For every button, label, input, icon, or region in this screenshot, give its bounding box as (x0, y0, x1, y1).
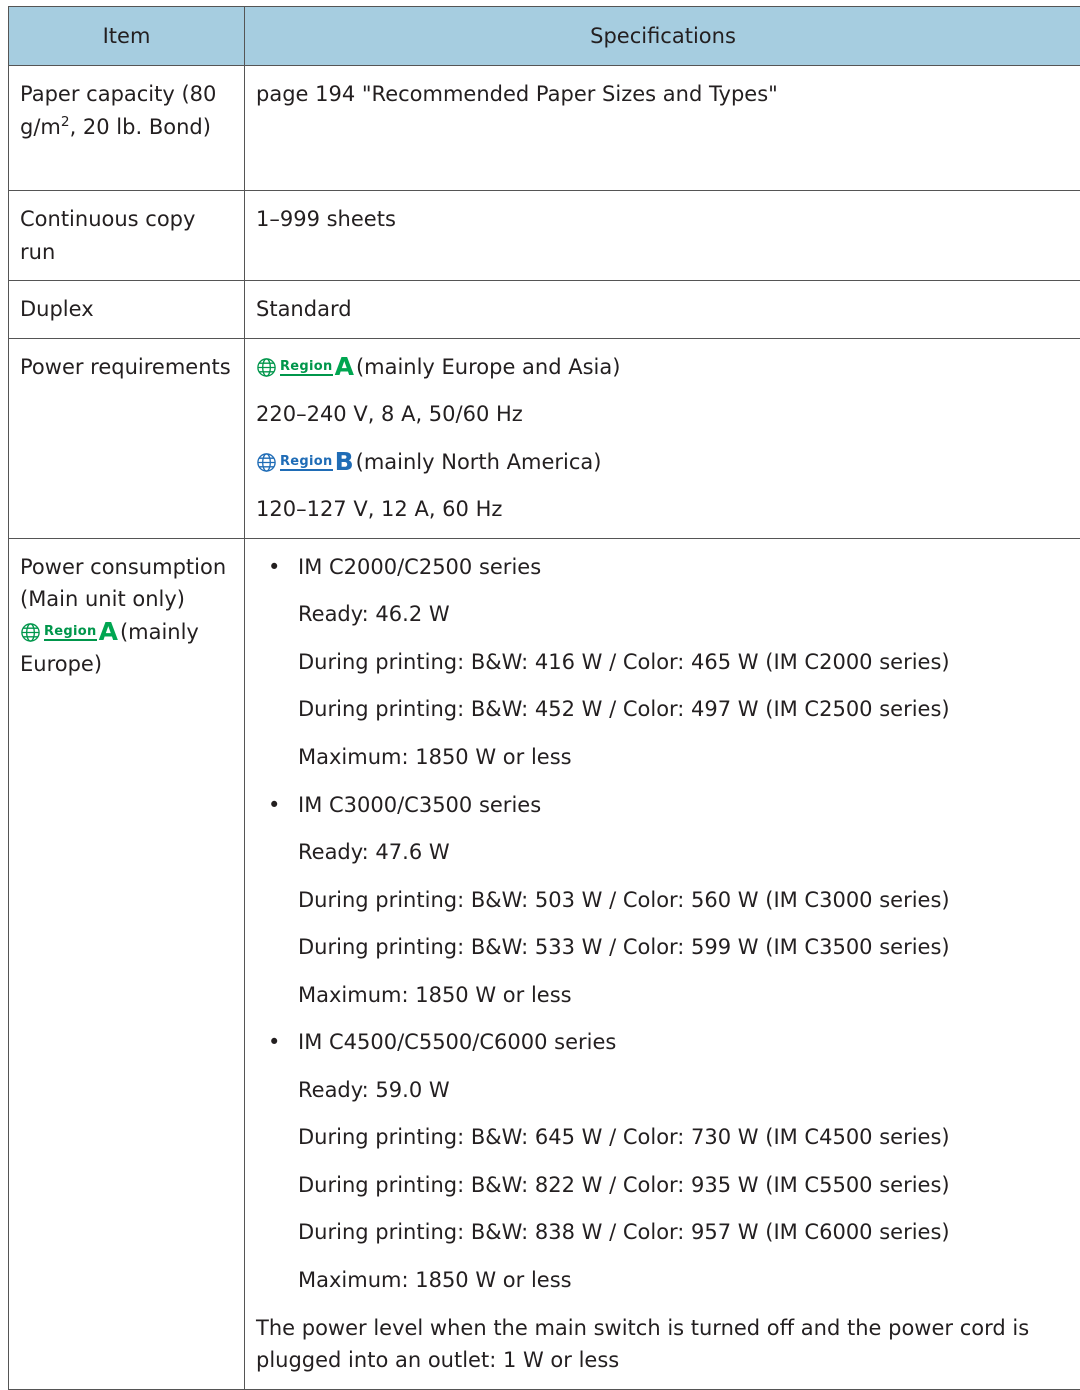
item-text: (mainly (120, 620, 199, 644)
region-b-line: Region B (mainly North America) (256, 446, 1070, 479)
series-detail: During printing: B&W: 838 W / Color: 957… (298, 1216, 1070, 1249)
region-word: Region (280, 454, 333, 471)
region-letter-a: A (99, 621, 118, 643)
globe-icon (256, 357, 277, 378)
series-item: IM C2000/C2500 series Ready: 46.2 W Duri… (298, 551, 1070, 774)
item-text: (Main unit only) (20, 583, 233, 616)
series-detail: Maximum: 1850 W or less (298, 1264, 1070, 1297)
item-region-line: Region A (mainly (20, 616, 233, 649)
spec-power-consumption: IM C2000/C2500 series Ready: 46.2 W Duri… (245, 538, 1080, 1389)
globe-icon (256, 452, 277, 473)
region-a-value: 220–240 V, 8 A, 50/60 Hz (256, 398, 1070, 431)
table-row: Power consumption (Main unit only) Regio… (9, 538, 1080, 1389)
spec-power-requirements: Region A (mainly Europe and Asia) 220–24… (245, 338, 1080, 538)
table-row: Continuous copy run 1–999 sheets (9, 191, 1080, 281)
series-item: IM C4500/C5500/C6000 series Ready: 59.0 … (298, 1026, 1070, 1296)
spec-duplex: Standard (245, 281, 1080, 339)
series-detail: During printing: B&W: 533 W / Color: 599… (298, 931, 1070, 964)
series-detail: Maximum: 1850 W or less (298, 979, 1070, 1012)
spec-paper-capacity: page 194 "Recommended Paper Sizes and Ty… (245, 66, 1080, 191)
series-detail: Ready: 46.2 W (298, 598, 1070, 631)
series-detail: Maximum: 1850 W or less (298, 741, 1070, 774)
table-header-row: Item Specifications (9, 7, 1080, 66)
specifications-table: Item Specifications Paper capacity (80 g… (8, 6, 1080, 1390)
series-name: IM C4500/C5500/C6000 series (298, 1030, 616, 1054)
series-name: IM C3000/C3500 series (298, 793, 541, 817)
series-detail: During printing: B&W: 822 W / Color: 935… (298, 1169, 1070, 1202)
series-item: IM C3000/C3500 series Ready: 47.6 W Duri… (298, 789, 1070, 1012)
footer-note: The power level when the main switch is … (256, 1312, 1070, 1377)
table-row: Duplex Standard (9, 281, 1080, 339)
table-row: Power requirements Region A (mainly Euro… (9, 338, 1080, 538)
item-duplex: Duplex (9, 281, 245, 339)
series-detail: During printing: B&W: 452 W / Color: 497… (298, 693, 1070, 726)
series-detail: Ready: 59.0 W (298, 1074, 1070, 1107)
column-header-specifications: Specifications (245, 7, 1080, 66)
item-text: , 20 lb. Bond) (70, 115, 211, 139)
item-text: Europe) (20, 648, 233, 681)
series-detail: Ready: 47.6 W (298, 836, 1070, 869)
region-a-badge: Region A (256, 356, 354, 378)
region-a-note: (mainly Europe and Asia) (356, 355, 621, 379)
item-power-consumption: Power consumption (Main unit only) Regio… (9, 538, 245, 1389)
item-paper-capacity: Paper capacity (80 g/m2, 20 lb. Bond) (9, 66, 245, 191)
region-b-badge: Region B (256, 451, 354, 473)
region-word: Region (44, 624, 97, 641)
globe-icon (20, 622, 41, 643)
item-text: Power consumption (20, 551, 233, 584)
region-word: Region (280, 359, 333, 376)
region-a-badge: Region A (20, 621, 118, 643)
spec-continuous-copy-run: 1–999 sheets (245, 191, 1080, 281)
series-detail: During printing: B&W: 645 W / Color: 730… (298, 1121, 1070, 1154)
region-a-line: Region A (mainly Europe and Asia) (256, 351, 1070, 384)
region-letter-b: B (335, 451, 354, 473)
region-letter-a: A (335, 356, 354, 378)
item-continuous-copy-run: Continuous copy run (9, 191, 245, 281)
item-superscript: 2 (61, 114, 70, 130)
column-header-item: Item (9, 7, 245, 66)
series-list: IM C2000/C2500 series Ready: 46.2 W Duri… (256, 551, 1070, 1297)
series-detail: During printing: B&W: 503 W / Color: 560… (298, 884, 1070, 917)
table-row: Paper capacity (80 g/m2, 20 lb. Bond) pa… (9, 66, 1080, 191)
region-b-value: 120–127 V, 12 A, 60 Hz (256, 493, 1070, 526)
series-name: IM C2000/C2500 series (298, 555, 541, 579)
series-detail: During printing: B&W: 416 W / Color: 465… (298, 646, 1070, 679)
region-b-note: (mainly North America) (356, 450, 602, 474)
item-power-requirements: Power requirements (9, 338, 245, 538)
